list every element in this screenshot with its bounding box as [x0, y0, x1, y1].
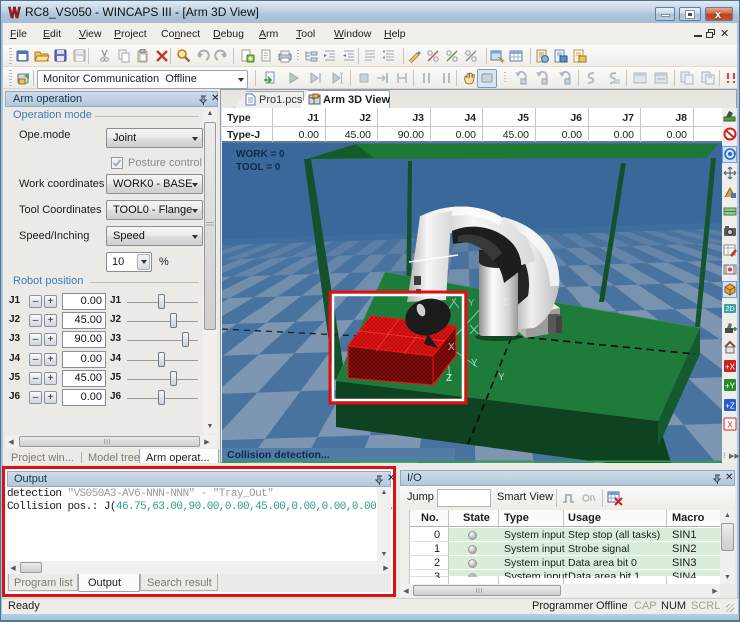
svg-text:+Y: +Y — [725, 382, 736, 391]
svg-text:+X: +X — [725, 363, 736, 372]
svg-text:Z: Z — [502, 297, 508, 308]
svg-text:Z: Z — [446, 373, 452, 384]
svg-text:Collision detection...: Collision detection... — [227, 449, 330, 461]
svg-text:X: X — [727, 421, 733, 430]
svg-text:WORK = 0: WORK = 0 — [236, 149, 285, 160]
svg-text:X: X — [448, 342, 455, 353]
svg-text:TOOL = 0: TOOL = 0 — [236, 162, 281, 173]
svg-text:Y: Y — [471, 358, 478, 369]
svg-text:2D: 2D — [726, 306, 735, 313]
svg-text:Y: Y — [468, 298, 475, 309]
svg-text:+Z: +Z — [725, 402, 735, 411]
svg-text:Y: Y — [498, 372, 505, 383]
